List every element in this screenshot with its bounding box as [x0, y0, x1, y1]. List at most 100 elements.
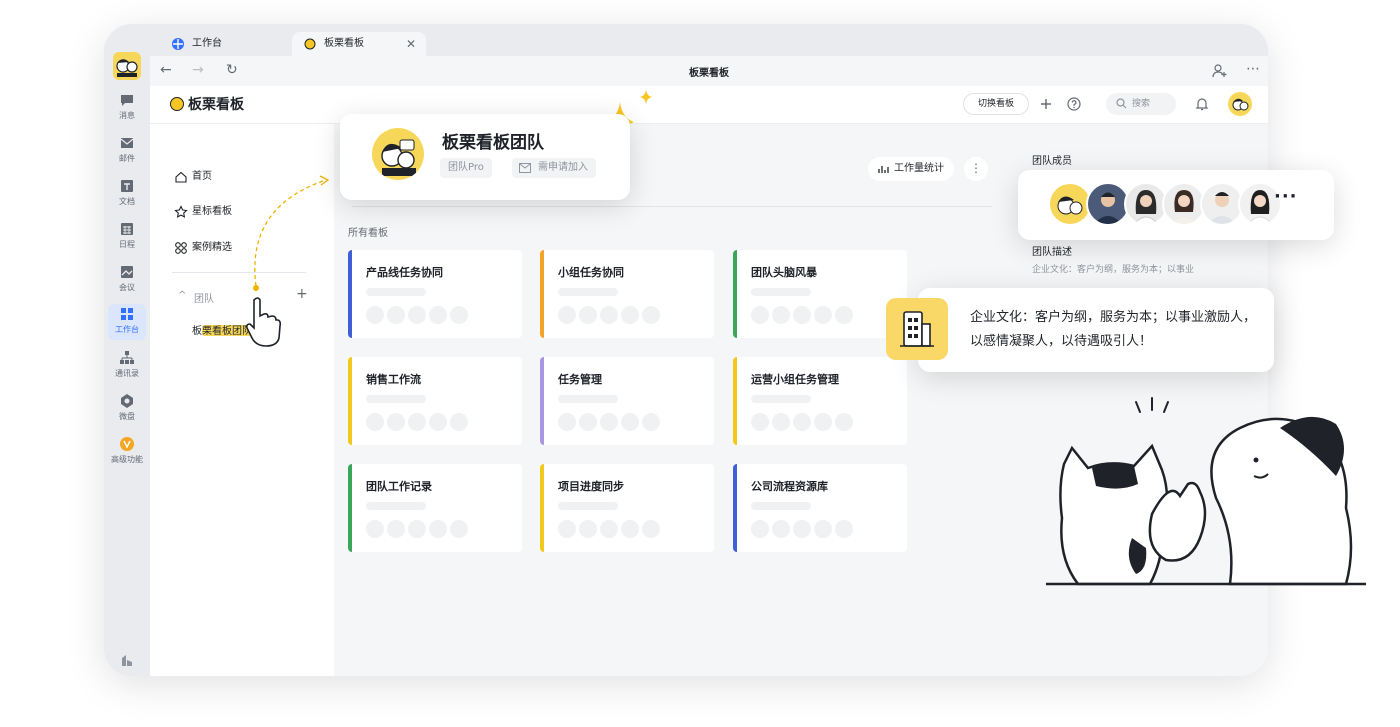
sidebar-item-cases[interactable]: 案例精选: [174, 239, 232, 257]
chat-icon: [121, 95, 133, 106]
page-title: 板栗看板: [689, 68, 729, 79]
stat-label: 工作量统计: [894, 163, 944, 174]
color-bar: [348, 357, 352, 445]
workbench-icon: [121, 308, 133, 320]
board-title: 产品线任务协同: [366, 266, 443, 279]
member-placeholders: [366, 306, 471, 324]
member-placeholders: [751, 306, 856, 324]
help-icon[interactable]: [1066, 96, 1082, 112]
member-placeholders: [558, 413, 663, 431]
home-icon: [175, 171, 187, 183]
board-title: 销售工作流: [366, 373, 421, 386]
board-title: 任务管理: [558, 373, 602, 386]
board-card[interactable]: 公司流程资源库: [733, 464, 907, 552]
rail-item-contacts[interactable]: 通讯录: [108, 348, 146, 384]
rail-label: 消息: [119, 111, 135, 120]
cats-illustration: [1046, 397, 1366, 586]
more-options-icon[interactable]: ⋯: [1246, 61, 1260, 77]
rail-item-messages[interactable]: 消息: [108, 90, 146, 126]
switch-board-button[interactable]: 切换看板: [963, 93, 1029, 115]
board-title: 团队头脑风暴: [751, 266, 817, 279]
rail-item-docs[interactable]: 文档: [108, 176, 146, 212]
placeholder: [751, 502, 811, 510]
board-card[interactable]: 团队头脑风暴: [733, 250, 907, 338]
color-bar: [348, 250, 352, 338]
rail-item-mail[interactable]: 邮件: [108, 133, 146, 169]
board-card[interactable]: 销售工作流: [348, 357, 522, 445]
section-title: 所有看板: [348, 228, 388, 239]
board-title: 项目进度同步: [558, 480, 624, 493]
close-icon[interactable]: ✕: [406, 32, 416, 56]
member-placeholders: [366, 520, 471, 538]
rail-item-calendar[interactable]: 日程: [108, 219, 146, 255]
more-members[interactable]: ···: [1274, 186, 1298, 207]
color-bar: [733, 357, 737, 445]
tab-workbench[interactable]: 工作台: [160, 32, 290, 56]
team-name: 板栗看板团队: [192, 326, 252, 337]
placeholder: [558, 395, 618, 403]
app-header: 板栗看板 切换看板 搜索: [150, 86, 1268, 124]
building-icon: [886, 298, 948, 360]
color-bar: [733, 464, 737, 552]
tab-label: 板栗看板: [324, 38, 364, 49]
workspace-avatar[interactable]: [113, 52, 141, 80]
board-logo-icon: [304, 38, 316, 50]
team-popup-card: 板栗看板团队 团队Pro 需申请加入: [340, 114, 630, 200]
color-bar: [733, 250, 737, 338]
more-button[interactable]: ⋮: [964, 157, 988, 181]
tab-board[interactable]: 板栗看板 ✕: [292, 32, 426, 56]
description-popup-text: 企业文化：客户为纲，服务为本；以事业激励人，以感情凝聚人，以待遇吸引人！: [970, 310, 1257, 349]
sidebar-item-home[interactable]: 首页: [174, 168, 212, 186]
app-title: 板栗看板: [188, 97, 244, 113]
mail-icon: [120, 138, 134, 148]
search-input[interactable]: 搜索: [1106, 93, 1176, 115]
add-user-icon[interactable]: [1212, 63, 1228, 79]
description-text: 企业文化：客户为纲，服务为本；以事业: [1032, 265, 1195, 275]
board-card[interactable]: 小组任务协同: [540, 250, 714, 338]
rail-label: 文档: [119, 197, 135, 206]
members-title: 团队成员: [1032, 156, 1072, 167]
hand-cursor-icon: [246, 297, 282, 347]
rail-item-workbench[interactable]: 工作台: [108, 304, 146, 340]
sidebar-item-starred[interactable]: 星标看板: [174, 203, 232, 221]
sidebar-item-label: 案例精选: [192, 242, 232, 253]
board-card[interactable]: 产品线任务协同: [348, 250, 522, 338]
member-placeholders: [558, 520, 663, 538]
search-placeholder: 搜索: [1132, 99, 1151, 109]
meeting-icon: [121, 266, 133, 278]
board-card[interactable]: 运营小组任务管理: [733, 357, 907, 445]
placeholder: [558, 288, 618, 296]
rail-item-drive[interactable]: 微盘: [108, 391, 146, 427]
board-title: 团队工作记录: [366, 480, 432, 493]
home-base-icon[interactable]: [119, 652, 135, 668]
rail-label: 工作台: [115, 325, 139, 334]
doc-icon: [121, 180, 133, 192]
rail-item-premium[interactable]: 高级功能: [108, 434, 146, 470]
bar-chart-icon: [878, 166, 889, 173]
member-placeholders: [751, 520, 856, 538]
description-popup-card: 企业文化：客户为纲，服务为本；以事业激励人，以感情凝聚人，以待遇吸引人！: [918, 288, 1274, 372]
board-card[interactable]: 项目进度同步: [540, 464, 714, 552]
contacts-icon: [120, 351, 134, 364]
premium-icon: [120, 437, 134, 451]
placeholder: [366, 502, 426, 510]
user-avatar[interactable]: [1228, 92, 1252, 116]
board-card[interactable]: 团队工作记录: [348, 464, 522, 552]
workload-stats-button[interactable]: 工作量统计: [868, 157, 954, 181]
board-card[interactable]: 任务管理: [540, 357, 714, 445]
team-section-label: 团队: [194, 294, 214, 305]
color-bar: [540, 464, 544, 552]
rail-label: 微盘: [119, 412, 135, 421]
member-placeholders: [366, 413, 471, 431]
team-section-header[interactable]: ^ 团队: [178, 290, 214, 305]
board-title: 小组任务协同: [558, 266, 624, 279]
team-popup-title: 板栗看板团队: [442, 133, 544, 153]
board-logo-icon: [170, 97, 184, 111]
member-placeholders: [751, 413, 856, 431]
bell-icon[interactable]: [1194, 96, 1210, 112]
rail-item-meeting[interactable]: 会议: [108, 262, 146, 298]
plus-icon[interactable]: [1038, 96, 1054, 112]
description-title: 团队描述: [1032, 247, 1072, 258]
drive-icon: [121, 394, 133, 408]
tab-label: 工作台: [192, 38, 222, 49]
